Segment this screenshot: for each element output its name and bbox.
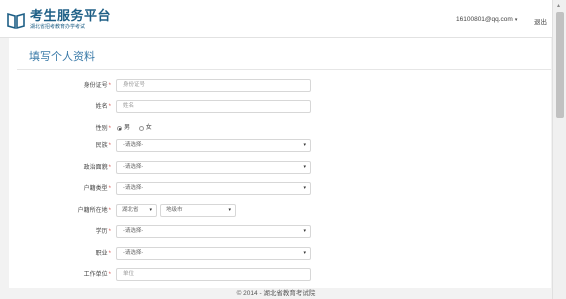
politics-select[interactable]: -请选择- ▾: [116, 161, 311, 174]
form-row-hukou-location: 户籍所在地* 湖北省 ▾ 地级市 ▾: [9, 204, 551, 218]
chevron-down-icon: ▾: [149, 207, 152, 213]
caret-down-icon: ▾: [514, 17, 518, 23]
chevron-down-icon: ▾: [303, 228, 306, 234]
id-card-label: 身份证号*: [83, 83, 111, 89]
politics-label: 政治面貌*: [83, 165, 111, 171]
user-menu[interactable]: 16100801@qq.com ▾: [456, 16, 517, 24]
brand-title: 考生服务平台: [30, 8, 112, 23]
vertical-scrollbar[interactable]: ▴: [552, 0, 566, 299]
city-select[interactable]: 地级市 ▾: [160, 204, 236, 217]
female-radio[interactable]: [138, 126, 144, 131]
ethnicity-label: 民族*: [95, 143, 111, 149]
user-email: 16100801@qq.com: [456, 16, 513, 23]
female-label[interactable]: 女: [146, 125, 152, 131]
divider: [17, 69, 551, 70]
male-radio[interactable]: [117, 126, 122, 131]
employer-label: 工作单位*: [83, 272, 111, 278]
form-row-hukou-type: 户籍类型* -请选择- ▾: [9, 182, 551, 196]
chevron-down-icon: ▾: [303, 164, 306, 170]
book-icon: [7, 12, 25, 30]
ethnicity-select[interactable]: -请选择- ▾: [116, 139, 311, 152]
scroll-up-icon[interactable]: ▴: [557, 2, 560, 9]
chevron-down-icon: ▾: [303, 142, 306, 148]
footer-copyright: © 2014 - 湖北省教育考试院: [236, 290, 316, 297]
form-row-politics: 政治面貌* -请选择- ▾: [9, 161, 551, 175]
education-label: 学历*: [95, 229, 111, 235]
logout-link[interactable]: 退出: [534, 16, 547, 26]
education-select[interactable]: -请选择- ▾: [116, 225, 311, 238]
chevron-down-icon: ▾: [228, 207, 231, 213]
form-panel: 填写个人资料 身份证号* 身份证号 姓名* 姓名 性别* 男 女 民族* -请选…: [9, 38, 551, 288]
form-row-gender: 性别* 男 女: [9, 122, 551, 136]
form-row-ethnicity: 民族* -请选择- ▾: [9, 139, 551, 153]
employer-input[interactable]: 单位: [116, 268, 311, 281]
occupation-label: 职业*: [95, 251, 111, 257]
province-select[interactable]: 湖北省 ▾: [116, 204, 157, 217]
chevron-down-icon: ▾: [303, 250, 306, 256]
hukou-location-label: 户籍所在地*: [77, 208, 111, 214]
form-row-occupation: 职业* -请选择- ▾: [9, 247, 551, 261]
scroll-thumb[interactable]: [556, 12, 564, 118]
form-row-employer: 工作单位* 单位: [9, 268, 551, 282]
hukou-type-select[interactable]: -请选择- ▾: [116, 182, 311, 195]
top-bar: 考生服务平台 湖北省招考教育办学考试 16100801@qq.com ▾ 退出: [0, 0, 552, 38]
name-label: 姓名*: [95, 104, 111, 110]
gender-label: 性别*: [95, 126, 111, 132]
chevron-down-icon: ▾: [303, 185, 306, 191]
id-card-input[interactable]: 身份证号: [116, 79, 311, 92]
form-row-id-card: 身份证号* 身份证号: [9, 79, 551, 93]
brand-subtitle: 湖北省招考教育办学考试: [30, 24, 86, 30]
hukou-type-label: 户籍类型*: [83, 186, 111, 192]
gender-radio-group: 男 女: [117, 124, 159, 134]
occupation-select[interactable]: -请选择- ▾: [116, 247, 311, 260]
form-row-education: 学历* -请选择- ▾: [9, 225, 551, 239]
male-label[interactable]: 男: [124, 125, 130, 131]
page-title: 填写个人资料: [29, 51, 95, 63]
form-row-name: 姓名* 姓名: [9, 100, 551, 114]
name-input[interactable]: 姓名: [116, 100, 311, 113]
